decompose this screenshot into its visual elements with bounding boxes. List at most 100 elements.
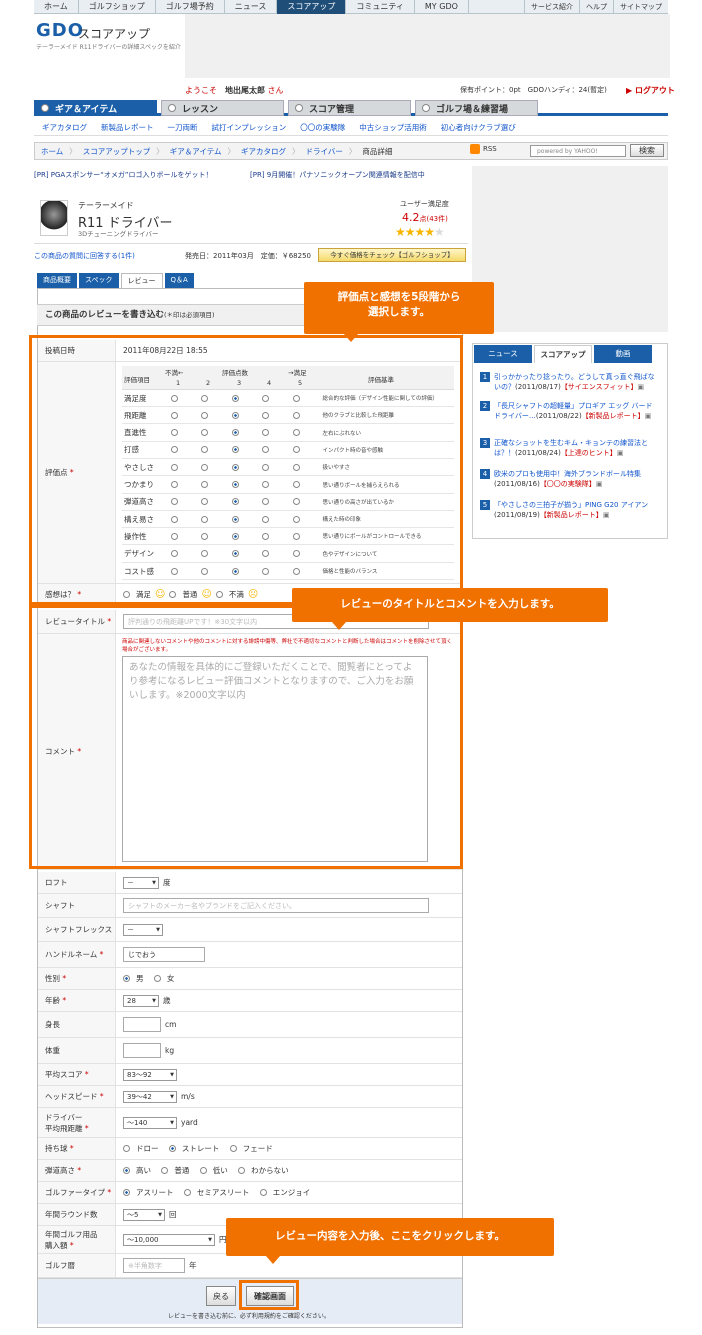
row-type: ゴルファータイプ * アスリート セミアスリート エンジョイ (38, 1182, 462, 1204)
score-select[interactable]: 83〜92 (123, 1068, 177, 1081)
news-item[interactable]: 2 「長尺シャフトの超軽量」プロギア エッグ バードドライバー…(2011/08/… (480, 401, 658, 421)
height-input[interactable] (123, 1017, 161, 1032)
subnav-review[interactable]: 一刀両断 (168, 122, 198, 133)
news-item[interactable]: 3 正確なショットを生むキム・キョンテの練習法とは？！(2011/08/24)【上… (480, 438, 658, 458)
nav-news[interactable]: ニュース (225, 0, 278, 14)
tab-course[interactable]: ゴルフ場＆練習場 (415, 100, 538, 116)
news-item[interactable]: 5 「やさしさの三拍子が揃う」PING G20 アイアン (2011/08/19)【… (480, 500, 658, 520)
news-item[interactable]: 1 引っかかったり捻ったり。どうして真っ直ぐ飛ばないの？(2011/08/17)【… (480, 372, 658, 392)
nav-reserve[interactable]: ゴルフ場予約 (156, 0, 225, 14)
type-semi-radio[interactable] (183, 1189, 191, 1196)
ball-draw-radio[interactable] (123, 1145, 130, 1152)
nav-sitemap[interactable]: サイトマップ (613, 0, 668, 13)
nav-service[interactable]: サービス紹介 (524, 0, 579, 13)
nav-mygdo[interactable]: MY GDO (415, 0, 469, 14)
right-tab-video[interactable]: 動画 (594, 345, 652, 363)
subnav-beginner[interactable]: 初心者向けクラブ選び (441, 122, 516, 133)
pr-link-1[interactable]: [PR] PGAスポンサー“オメガ”ロゴ入りボールをゲット！ (34, 170, 212, 180)
news-title[interactable]: 「やさしさの三拍子が揃う」PING G20 アイアン (494, 501, 648, 509)
traj-low-radio[interactable] (199, 1167, 207, 1174)
news-number: 2 (480, 401, 490, 411)
spend-select[interactable]: 〜10,000 (123, 1233, 215, 1246)
news-date: (2011/08/22) (535, 412, 582, 420)
news-category[interactable]: 【サイエンスフィット】 (561, 383, 638, 391)
section-title: スコアアップ (78, 27, 151, 41)
rating-label: ユーザー満足度 (400, 200, 449, 208)
gender-female-radio[interactable] (153, 975, 161, 982)
breadcrumb-catalog[interactable]: ギアカタログ (241, 146, 286, 157)
headspeed-select[interactable]: 39〜42 (123, 1090, 177, 1103)
nav-scoreup[interactable]: スコアアップ (277, 0, 347, 14)
tab-qa[interactable]: Q＆A (164, 273, 194, 288)
news-category[interactable]: 【新製品レポート】 (540, 511, 603, 519)
nav-community[interactable]: コミュニティ (346, 0, 415, 14)
product-tabs: 商品概要 スペック レビュー Q＆A (37, 273, 194, 288)
news-date: (2011/08/17) (515, 383, 561, 391)
shaft-input[interactable]: シャフトのメーカー名やブランドをご記入ください。 (123, 898, 429, 913)
search-button[interactable]: 検索 (630, 144, 664, 157)
nav-shop[interactable]: ゴルフショップ (79, 0, 156, 14)
price-check-button[interactable]: 今すぐ価格をチェック【ゴルフショップ】 (318, 248, 466, 262)
age-select[interactable]: 28 (123, 994, 159, 1007)
handle-name-input[interactable]: じでおう (123, 947, 205, 962)
breadcrumb-home[interactable]: ホーム (41, 146, 63, 157)
pr-link-2[interactable]: [PR] 9月開催！パナソニックオープン関連情報を配信中 (250, 170, 425, 180)
row-ball: 持ち球 * ドロー ストレート フェード (38, 1138, 462, 1160)
tab-lesson[interactable]: レッスン (161, 100, 284, 116)
breadcrumb-driver[interactable]: ドライバー (306, 146, 343, 157)
tab-spec[interactable]: スペック (79, 273, 119, 288)
footer-note: レビューを書き込む前に、必ず利用規約をご確認ください。 (168, 1313, 330, 1320)
type-enjoy-radio[interactable] (259, 1189, 267, 1196)
tab-bullet-icon (41, 104, 49, 112)
news-number: 5 (480, 500, 490, 510)
nav-home[interactable]: ホーム (34, 0, 79, 14)
weight-input[interactable] (123, 1043, 161, 1058)
gdo-logo[interactable]: GDO (36, 20, 84, 41)
traj-high-radio[interactable] (123, 1167, 130, 1174)
question-link[interactable]: この商品の質問に回答する(1件) (34, 251, 135, 261)
back-button[interactable]: 戻る (206, 1286, 236, 1306)
subnav-used[interactable]: 中古ショップ活用術 (359, 122, 427, 133)
right-tab-news[interactable]: ニュース (474, 345, 532, 363)
news-date: (2011/08/19) (494, 511, 540, 519)
subnav-newproduct[interactable]: 新製品レポート (101, 122, 154, 133)
news-title[interactable]: 欧米のプロも使用中！海外ブランドボール特集 (494, 470, 641, 478)
traj-unknown-radio[interactable] (238, 1167, 246, 1174)
search-input[interactable]: powered by YAHOO! (530, 145, 626, 157)
subnav-catalog[interactable]: ギアカタログ (42, 122, 87, 133)
gender-male-radio[interactable] (123, 975, 130, 982)
loft-select[interactable]: － (123, 876, 159, 889)
traj-normal-radio[interactable] (161, 1167, 169, 1174)
news-category[interactable]: 【上達のヒント】 (561, 449, 617, 457)
tab-overview[interactable]: 商品概要 (37, 273, 77, 288)
right-tab-scoreup[interactable]: スコアアップ (534, 345, 592, 363)
row-score: 平均スコア * 83〜92 (38, 1064, 462, 1086)
history-input[interactable]: ※半角数字 (123, 1258, 185, 1273)
breadcrumb-scoreup[interactable]: スコアアップトップ (83, 146, 151, 157)
nav-help[interactable]: ヘルプ (579, 0, 613, 13)
rounds-select[interactable]: 〜5 (123, 1208, 165, 1221)
distance-select[interactable]: 〜140 (123, 1116, 177, 1129)
callout-confirm: レビュー内容を入力後、ここをクリックします。 (226, 1218, 554, 1264)
ball-fade-radio[interactable] (229, 1145, 237, 1152)
tab-review[interactable]: レビュー (120, 273, 163, 288)
row-loft: ロフト －度 (38, 872, 462, 894)
subnav-experiment[interactable]: 〇〇の実験隊 (300, 122, 345, 133)
breadcrumb-gear[interactable]: ギア＆アイテム (170, 146, 222, 157)
row-handle: ハンドルネーム * じでおう (38, 942, 462, 968)
news-category[interactable]: 【〇〇の実験隊】 (540, 480, 596, 488)
subnav-impression[interactable]: 試打インプレッション (212, 122, 287, 133)
callout-eval: 評価点と感想を5段階から 選択します。 (304, 282, 494, 342)
rating-count[interactable]: (43件) (427, 215, 448, 223)
rss-link[interactable]: RSS (470, 144, 497, 154)
flex-select[interactable]: － (123, 923, 163, 936)
camera-icon: ▣ (602, 511, 610, 519)
news-item[interactable]: 4 欧米のプロも使用中！海外ブランドボール特集 (2011/08/16)【〇〇の実験… (480, 469, 658, 489)
ball-straight-radio[interactable] (168, 1145, 176, 1152)
news-category[interactable]: 【新製品レポート】 (582, 412, 645, 420)
tab-gear[interactable]: ギア＆アイテム (34, 100, 157, 116)
user-name: 地出尾太郎 (225, 86, 265, 95)
tab-score[interactable]: スコア管理 (288, 100, 411, 116)
logout-link[interactable]: ▶ ログアウト (626, 85, 675, 96)
type-athlete-radio[interactable] (123, 1189, 130, 1196)
